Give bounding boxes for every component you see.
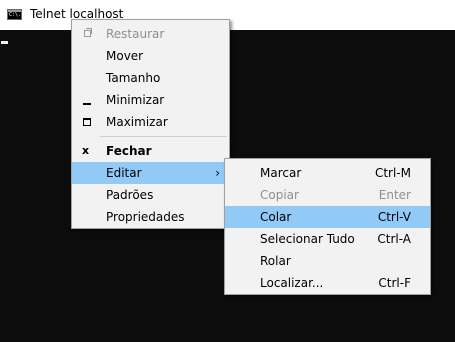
submenu-item-label: Copiar — [260, 188, 299, 202]
restore-icon — [72, 23, 102, 45]
menu-item-minimizar[interactable]: Minimizar — [72, 89, 229, 111]
menu-item-mover[interactable]: Mover — [72, 45, 229, 67]
submenu-item-shortcut: Ctrl-F — [378, 276, 411, 290]
menu-item-label: Minimizar — [106, 93, 165, 107]
text-cursor — [1, 41, 8, 44]
maximize-icon — [72, 111, 102, 133]
menu-item-editar[interactable]: Editar › — [72, 162, 229, 184]
submenu-item-copiar[interactable]: Copiar Enter — [225, 184, 430, 206]
minimize-icon — [72, 89, 102, 111]
console-app-icon-glyph: C:\. — [9, 12, 22, 18]
submenu-item-shortcut: Ctrl-V — [377, 210, 411, 224]
menu-separator — [100, 136, 227, 137]
submenu-item-shortcut: Enter — [378, 188, 411, 202]
console-app-icon[interactable]: C:\. — [7, 9, 22, 20]
edit-submenu: Marcar Ctrl-M Copiar Enter Colar Ctrl-V … — [224, 158, 431, 295]
submenu-item-shortcut: Ctrl-A — [377, 232, 411, 246]
menu-item-padroes[interactable]: Padrões — [72, 184, 229, 206]
submenu-item-label: Localizar... — [260, 276, 324, 290]
menu-item-label: Maximizar — [106, 115, 168, 129]
submenu-item-label: Rolar — [260, 254, 291, 268]
menu-item-label: Tamanho — [106, 71, 161, 85]
submenu-item-selecionar-tudo[interactable]: Selecionar Tudo Ctrl-A — [225, 228, 430, 250]
submenu-item-label: Selecionar Tudo — [260, 232, 355, 246]
close-icon: x — [72, 140, 102, 162]
submenu-item-marcar[interactable]: Marcar Ctrl-M — [225, 162, 430, 184]
menu-item-propriedades[interactable]: Propriedades — [72, 206, 229, 228]
submenu-item-localizar[interactable]: Localizar... Ctrl-F — [225, 272, 430, 294]
submenu-item-rolar[interactable]: Rolar — [225, 250, 430, 272]
submenu-arrow-icon: › — [215, 166, 220, 180]
menu-item-label: Restaurar — [106, 27, 165, 41]
menu-item-label: Editar — [106, 166, 142, 180]
menu-item-maximizar[interactable]: Maximizar — [72, 111, 229, 133]
system-menu: Restaurar Mover Tamanho Minimizar Maximi… — [71, 19, 230, 229]
menu-item-fechar[interactable]: x Fechar — [72, 140, 229, 162]
submenu-item-colar[interactable]: Colar Ctrl-V — [225, 206, 430, 228]
menu-item-tamanho[interactable]: Tamanho — [72, 67, 229, 89]
close-icon-glyph: x — [82, 144, 90, 157]
menu-item-restaurar[interactable]: Restaurar — [72, 23, 229, 45]
menu-item-label: Padrões — [106, 188, 154, 202]
submenu-item-label: Marcar — [260, 166, 302, 180]
menu-item-label: Propriedades — [106, 210, 185, 224]
menu-item-label: Fechar — [106, 144, 152, 158]
submenu-item-shortcut: Ctrl-M — [374, 166, 411, 180]
submenu-item-label: Colar — [260, 210, 292, 224]
menu-item-label: Mover — [106, 49, 144, 63]
